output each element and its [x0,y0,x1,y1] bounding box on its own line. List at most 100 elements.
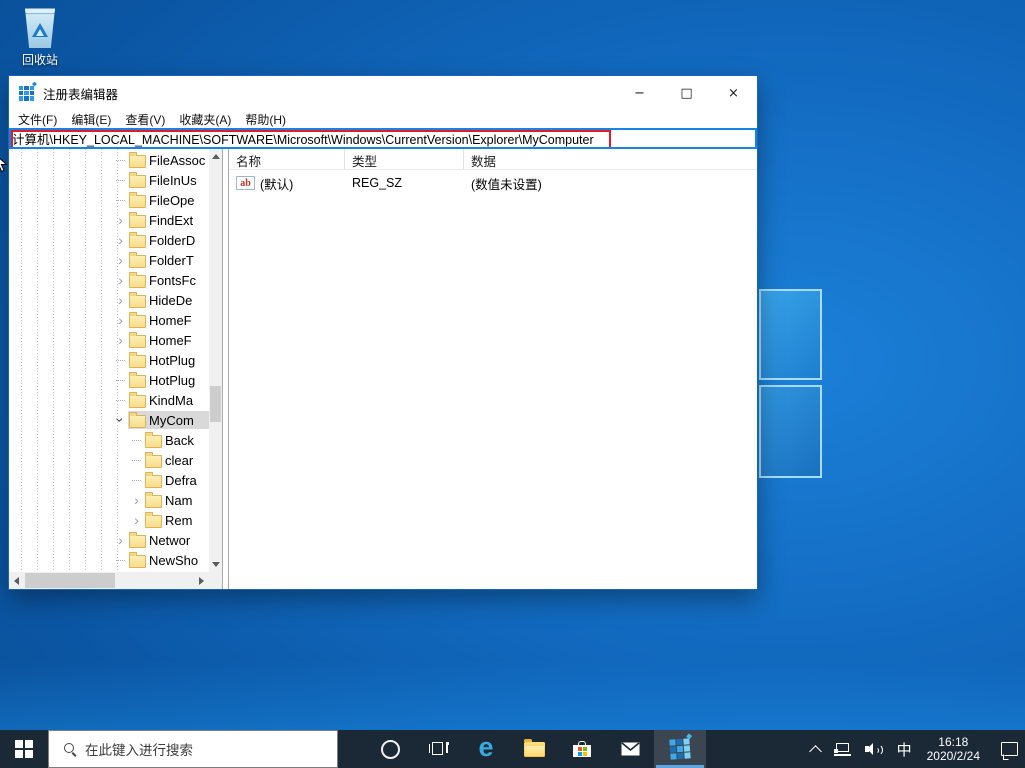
store-button[interactable] [558,730,606,768]
chevron-down-icon[interactable]: › [114,413,128,428]
folder-icon [129,235,146,248]
tree-item[interactable]: clear [9,450,209,470]
titlebar[interactable]: 注册表编辑器 − □ × [9,76,757,110]
column-header-data[interactable]: 数据 [464,149,757,169]
tree-item[interactable]: › HideDe [9,290,209,310]
registry-tree-pane[interactable]: FileAssoc FileInUs FileOpe › FindExt [9,149,222,589]
menu-edit[interactable]: 编辑(E) [64,111,118,128]
registry-value-row[interactable]: ab (默认) REG_SZ (数值未设置) [229,173,757,193]
tree-item[interactable]: › Rem [9,510,209,530]
tree-item[interactable]: Back [9,430,209,450]
folder-icon [129,175,146,188]
tray-overflow-button[interactable] [804,730,827,768]
registry-path-text[interactable]: 计算机\HKEY_LOCAL_MACHINE\SOFTWARE\Microsof… [9,129,594,148]
chevron-right-icon[interactable]: › [129,513,144,527]
windows-start-icon [15,740,33,758]
tree-item[interactable]: › FontsFc [9,270,209,290]
tree-item[interactable]: HotPlug [9,350,209,370]
folder-icon [145,475,162,488]
chevron-right-icon[interactable]: › [113,313,128,327]
tree-item[interactable]: FileInUs [9,170,209,190]
taskbar-clock[interactable]: 16:18 2020/2/24 [919,735,988,763]
tree-vertical-scrollbar[interactable] [209,149,222,572]
minimize-button[interactable]: − [616,76,663,110]
tree-item[interactable]: KindMa [9,390,209,410]
registry-address-bar[interactable]: 计算机\HKEY_LOCAL_MACHINE\SOFTWARE\Microsof… [9,128,757,149]
tree-item[interactable]: FileAssoc [9,150,209,170]
cortana-button[interactable] [366,730,414,768]
scroll-right-icon[interactable] [194,572,209,589]
tree-item[interactable]: NewSho [9,550,209,570]
tree-item-selected[interactable]: › MyCom [9,410,209,430]
chevron-right-icon[interactable]: › [113,253,128,267]
scroll-up-icon[interactable] [209,149,222,164]
task-view-button[interactable] [414,730,462,768]
chevron-right-icon[interactable]: › [113,233,128,247]
scroll-left-icon[interactable] [9,572,24,589]
tree-item[interactable]: › HomeF [9,330,209,350]
action-center-button[interactable] [988,730,1025,768]
maximize-button[interactable]: □ [663,76,710,110]
folder-icon [129,215,146,228]
mail-button[interactable] [606,730,654,768]
folder-icon [129,155,146,168]
chevron-right-icon[interactable]: › [113,533,128,547]
clock-time: 16:18 [927,735,980,749]
ime-indicator[interactable]: 中 [890,730,919,768]
tree-item[interactable]: › FolderT [9,250,209,270]
search-placeholder: 在此键入进行搜索 [85,739,193,759]
start-button[interactable] [0,730,48,768]
tree-item[interactable]: HotPlug [9,370,209,390]
recycle-bin-desktop-icon[interactable]: 回收站 [12,6,68,68]
menu-view[interactable]: 查看(V) [118,111,172,128]
taskbar-search-box[interactable]: 在此键入进行搜索 [48,730,338,768]
menu-file[interactable]: 文件(F) [11,111,64,128]
pane-splitter[interactable] [222,149,229,589]
taskbar-app-icons: e [366,730,706,768]
file-explorer-button[interactable] [510,730,558,768]
string-value-icon: ab [236,176,255,190]
folder-icon [145,455,162,468]
vertical-scroll-thumb[interactable] [210,386,221,422]
registry-values-pane[interactable]: 名称 类型 数据 ab (默认) REG_SZ (数值未设置) [229,149,757,589]
tree-connector [113,180,128,181]
tree-horizontal-scrollbar[interactable] [9,572,209,589]
volume-button[interactable] [858,730,890,768]
system-tray: 中 16:18 2020/2/24 [804,730,1025,768]
column-header-type[interactable]: 类型 [345,149,464,169]
edge-button[interactable]: e [462,730,510,768]
tree-item[interactable]: FileOpe [9,190,209,210]
registry-editor-taskbar-button[interactable] [654,730,706,768]
menu-favorites[interactable]: 收藏夹(A) [172,111,238,128]
folder-icon [145,515,162,528]
chevron-up-icon [809,745,822,758]
chevron-right-icon[interactable]: › [113,293,128,307]
tree-connector [113,560,128,561]
folder-icon [145,495,162,508]
tree-item[interactable]: › Nam [9,490,209,510]
list-header: 名称 类型 数据 [229,149,757,170]
chevron-right-icon[interactable]: › [113,333,128,347]
tree-item[interactable]: Defra [9,470,209,490]
column-header-name[interactable]: 名称 [229,149,345,169]
chevron-right-icon[interactable]: › [113,213,128,227]
network-button[interactable] [827,730,858,768]
tree-item[interactable]: › FindExt [9,210,209,230]
value-name: (默认) [260,174,293,193]
chevron-right-icon[interactable]: › [113,273,128,287]
tree-item[interactable]: › HomeF [9,310,209,330]
screen: 回收站 注册表编辑器 − □ × 文件(F) 编辑(E) 查看(V) 收藏夹(A… [0,0,1025,768]
edge-icon: e [478,734,493,761]
tree-item[interactable]: › FolderD [9,230,209,250]
menu-help[interactable]: 帮助(H) [238,111,293,128]
close-button[interactable]: × [710,76,757,110]
store-icon [573,741,591,757]
horizontal-scroll-thumb[interactable] [25,573,115,588]
taskbar: 在此键入进行搜索 e [0,730,1025,768]
folder-icon [129,395,146,408]
scroll-down-icon[interactable] [209,557,222,572]
folder-icon [145,435,162,448]
tree-item[interactable]: › Networ [9,530,209,550]
window-title: 注册表编辑器 [43,84,118,103]
chevron-right-icon[interactable]: › [129,493,144,507]
